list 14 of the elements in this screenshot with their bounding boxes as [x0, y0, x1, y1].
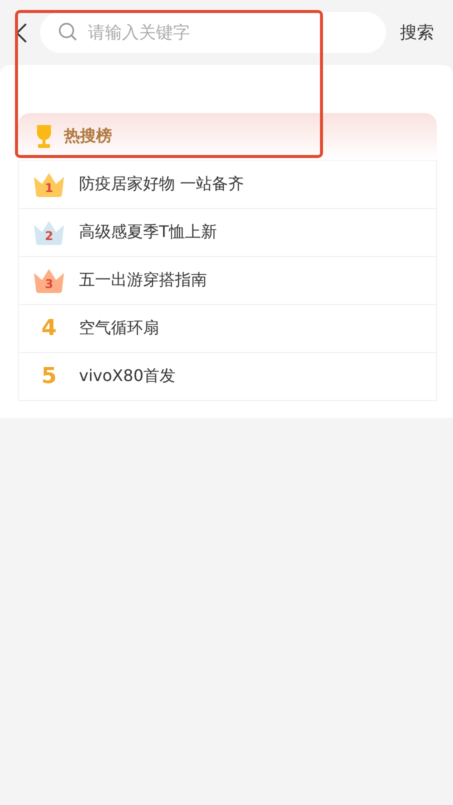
hot-search-item[interactable]: 1 防疫居家好物 一站备齐	[18, 160, 437, 209]
rank-number: 1	[44, 180, 54, 194]
trophy-icon	[34, 124, 54, 150]
rank-number: 2	[44, 228, 54, 242]
list-title: 热搜榜	[64, 126, 112, 147]
search-button[interactable]: 搜索	[400, 21, 434, 44]
rank-number: 5	[41, 364, 57, 389]
hot-search-item[interactable]: 2 高级感夏季T恤上新	[18, 209, 437, 257]
hot-search-item[interactable]: 3 五一出游穿搭指南	[18, 257, 437, 305]
hot-search-item[interactable]: 5 vivoX80首发	[18, 353, 437, 401]
hot-search-item[interactable]: 4 空气循环扇	[18, 305, 437, 353]
search-field[interactable]: 请输入关键字	[40, 12, 386, 53]
rank-number: 3	[44, 276, 54, 290]
rank-number: 4	[41, 316, 57, 341]
